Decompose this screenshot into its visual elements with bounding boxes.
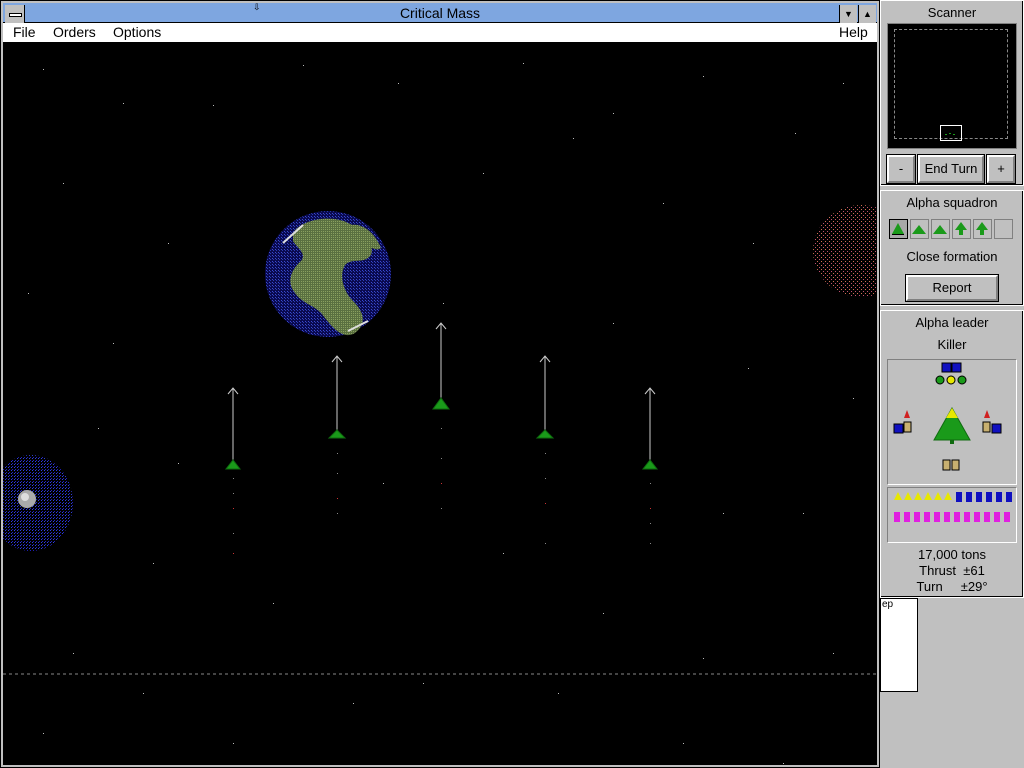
ship-loadout-panel[interactable]	[887, 359, 1017, 485]
end-turn-button[interactable]: End Turn	[917, 154, 985, 184]
star-field	[28, 63, 854, 764]
minimize-button[interactable]: ▼	[839, 5, 857, 24]
thrust-label: Thrust	[919, 563, 956, 578]
squadron-slot-2[interactable]	[910, 219, 929, 239]
squadron-slot-3[interactable]	[931, 219, 950, 239]
menu-orders[interactable]: Orders	[53, 24, 96, 40]
window-title: Critical Mass	[399, 5, 481, 21]
ship-2[interactable]	[327, 355, 347, 514]
ship-leader[interactable]	[432, 322, 450, 509]
ship-tree-icon	[892, 223, 904, 235]
thrust-row: Thrust ±61	[881, 563, 1023, 579]
ship-wing-icon	[912, 225, 926, 234]
formation-label: Close formation	[906, 249, 998, 264]
planet-earth[interactable]	[265, 211, 391, 337]
nebula-left	[3, 455, 73, 551]
turn-value: ±29°	[960, 579, 988, 594]
scanner-screen[interactable]	[887, 23, 1017, 149]
squadron-slot-4[interactable]	[952, 219, 971, 239]
maximize-button[interactable]: ▲	[858, 5, 876, 24]
turn-label: Turn	[916, 579, 943, 594]
main-window: Critical Mass ⇩ ▼ ▲ File Orders Options …	[0, 0, 880, 768]
squadron-slot-1[interactable]	[889, 219, 908, 239]
zoom-in-button[interactable]: +	[986, 154, 1016, 184]
nebula-right	[813, 205, 877, 297]
menu-help[interactable]: Help	[839, 24, 868, 40]
report-button[interactable]: Report	[905, 274, 999, 302]
space-scene	[3, 63, 877, 764]
turn-row: Turn ±29°	[881, 579, 1023, 595]
scanner-panel: Scanner - End Turn +	[880, 0, 1024, 186]
menu-bar: File Orders Options Help	[3, 23, 877, 43]
title-bar[interactable]: Critical Mass ⇩ ▼ ▲	[3, 2, 877, 24]
ship-schematic	[893, 362, 1002, 471]
scanner-boundary	[894, 29, 1008, 139]
space-viewport[interactable]	[3, 43, 877, 765]
squadron-title: Alpha squadron	[906, 195, 998, 210]
scanner-view-rect[interactable]	[940, 125, 962, 141]
menu-options[interactable]: Options	[113, 24, 161, 40]
squadron-panel: Alpha squadron Close formation Report	[880, 190, 1024, 306]
missile-icons	[894, 492, 1012, 522]
ship-1[interactable]	[224, 387, 242, 554]
leader-title: Alpha leader	[915, 315, 989, 330]
squadron-slot-5[interactable]	[973, 219, 992, 239]
thrust-value: ±61	[963, 563, 985, 578]
menu-file[interactable]: File	[13, 24, 36, 40]
background-window[interactable]: ep	[880, 598, 918, 692]
leader-panel: Alpha leader Killer 17,000 tons Thrust ±…	[880, 310, 1024, 598]
scanner-title: Scanner	[927, 5, 977, 20]
background-window-text: ep	[882, 599, 894, 610]
resize-grip-icon: ⇩	[253, 2, 261, 12]
ship-arrow-icon	[976, 222, 988, 235]
ship-mass: 17,000 tons	[918, 547, 986, 562]
ship-5[interactable]	[641, 387, 659, 544]
minimize-icon: ▼	[844, 9, 853, 19]
zoom-out-button[interactable]: -	[886, 154, 916, 184]
ship-stats: 17,000 tons Thrust ±61 Turn ±29°	[881, 547, 1023, 595]
ship-arrow-icon	[955, 222, 967, 235]
missile-inventory[interactable]	[887, 487, 1017, 543]
ship-4[interactable]	[535, 355, 555, 544]
scanner-ships-icon	[945, 133, 955, 135]
ship-name: Killer	[937, 337, 967, 352]
squadron-slot-empty[interactable]	[994, 219, 1013, 239]
maximize-icon: ▲	[863, 9, 872, 19]
ship-wing-icon	[933, 225, 947, 234]
